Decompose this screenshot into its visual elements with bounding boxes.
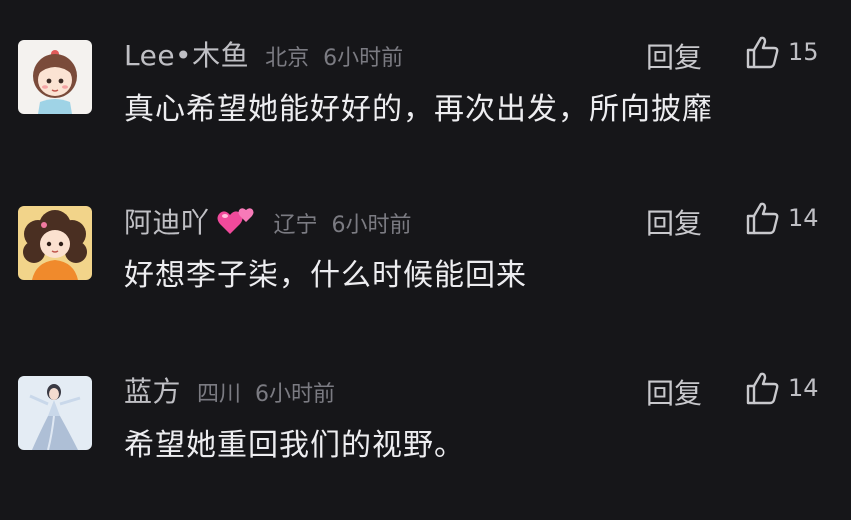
reply-button[interactable]: 回复 [646,36,702,76]
like-count: 15 [788,38,819,66]
thumbs-up-icon [746,202,779,235]
like-count: 14 [788,374,819,402]
comment-item: 阿迪吖 辽宁 6小时前 回复 14 好想李子柒，什么时候能回来 [0,200,851,350]
timestamp: 6小时前 [323,46,404,71]
like-button[interactable]: 15 [744,34,819,70]
comment-text: 希望她重回我们的视野。 [124,428,465,463]
avatar[interactable] [18,40,92,114]
username[interactable]: 蓝方 [124,370,181,410]
avatar[interactable] [18,376,92,450]
comment-header: 蓝方 四川 6小时前 [124,370,335,410]
thumbs-up-icon [746,372,779,405]
reply-button[interactable]: 回复 [646,202,702,242]
avatar[interactable] [18,206,92,280]
two-hearts-icon [217,208,254,234]
like-count: 14 [788,204,819,232]
timestamp: 6小时前 [255,382,336,407]
comment-text: 真心希望她能好好的，再次出发，所向披靡 [124,92,713,127]
thumbs-up-icon [746,36,779,69]
like-button[interactable]: 14 [744,200,819,236]
comment-header: Lee•木鱼 北京 6小时前 [124,34,403,74]
location: 四川 [197,382,242,407]
comment-item: Lee•木鱼 北京 6小时前 回复 15 真心希望她能好好的，再次出发，所向披靡 [0,34,851,184]
location: 北京 [265,46,310,71]
timestamp: 6小时前 [331,213,412,238]
username[interactable]: 阿迪吖 [124,201,210,241]
comment-item: 蓝方 四川 6小时前 回复 14 希望她重回我们的视野。 [0,370,851,520]
location: 辽宁 [273,213,318,238]
username[interactable]: Lee•木鱼 [124,34,249,74]
reply-button[interactable]: 回复 [646,372,702,412]
comment-header: 阿迪吖 辽宁 6小时前 [124,200,412,240]
comment-text: 好想李子柒，什么时候能回来 [124,258,527,293]
like-button[interactable]: 14 [744,370,819,406]
